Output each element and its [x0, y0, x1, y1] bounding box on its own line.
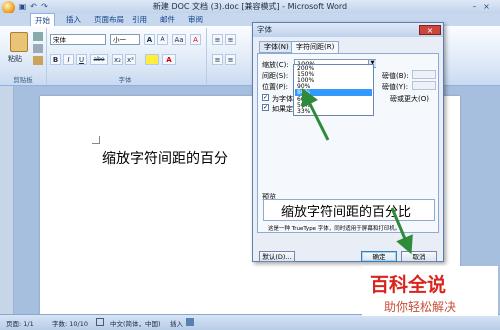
- arrow-to-dropdown: [301, 87, 330, 141]
- arrow-to-ok: [390, 207, 413, 255]
- watermark-title: 百科全说: [370, 274, 447, 296]
- watermark-subtitle: 助你轻松解决: [384, 300, 457, 314]
